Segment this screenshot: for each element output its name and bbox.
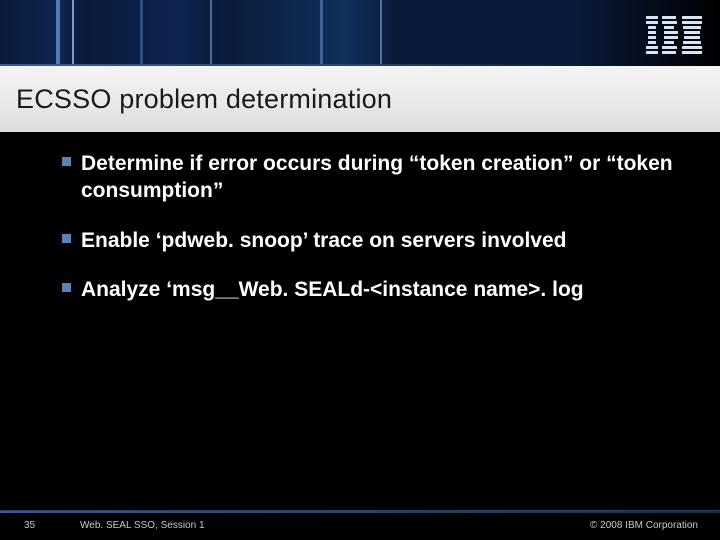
accent-stripe — [380, 0, 382, 64]
bullet-square-icon — [62, 283, 71, 292]
accent-stripe — [140, 0, 143, 64]
bullet-text: Determine if error occurs during “token … — [81, 150, 690, 205]
footer-session: Web. SEAL SSO, Session 1 — [80, 520, 205, 531]
bullet-square-icon — [62, 157, 71, 166]
accent-stripe — [320, 0, 323, 64]
slide-number: 35 — [0, 520, 80, 531]
bullet-item: Determine if error occurs during “token … — [62, 150, 690, 205]
ibm-logo-icon — [646, 16, 702, 54]
accent-stripe — [72, 0, 74, 64]
bullet-text: Enable ‘pdweb. snoop’ trace on servers i… — [81, 227, 566, 254]
bullet-text: Analyze ‘msg__Web. SEALd-<instance name>… — [81, 276, 584, 303]
bullet-square-icon — [62, 234, 71, 243]
accent-stripe — [56, 0, 60, 64]
footer-copyright: © 2008 IBM Corporation — [590, 520, 720, 531]
header-accent-banner — [0, 0, 720, 64]
bullet-item: Analyze ‘msg__Web. SEALd-<instance name>… — [62, 276, 690, 303]
bullet-item: Enable ‘pdweb. snoop’ trace on servers i… — [62, 227, 690, 254]
accent-stripe — [210, 0, 212, 64]
slide-content: Determine if error occurs during “token … — [62, 150, 690, 325]
title-band: ECSSO problem determination — [0, 66, 720, 132]
slide-title: ECSSO problem determination — [16, 84, 392, 115]
slide-footer: 35 Web. SEAL SSO, Session 1 © 2008 IBM C… — [0, 510, 720, 540]
